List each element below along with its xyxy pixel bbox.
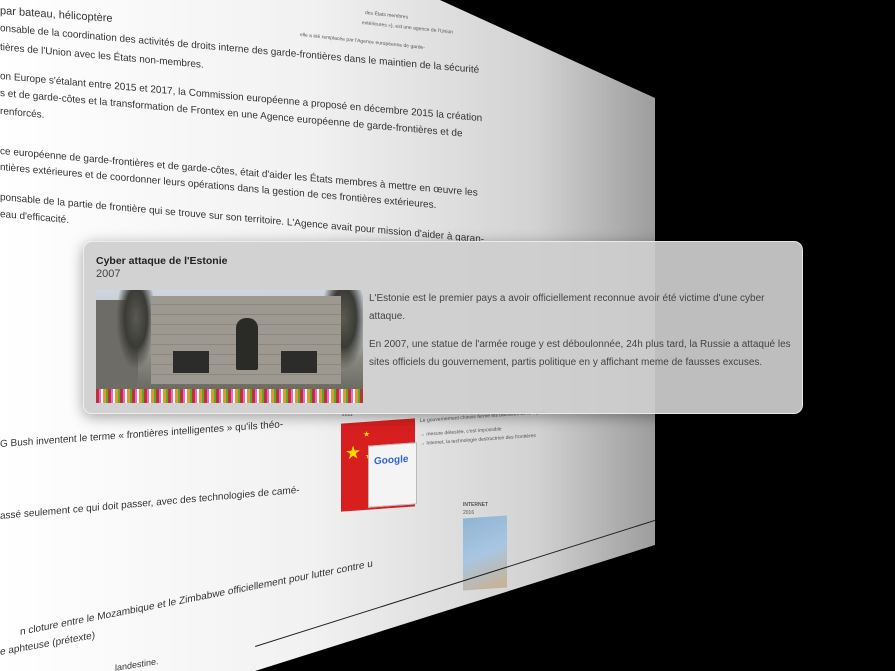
tree — [116, 290, 156, 370]
page-text-line: G Bush inventent le terme « frontières i… — [0, 419, 284, 450]
timeline-year[interactable]: 2015 — [490, 602, 506, 609]
popup-description: L'Estonie est le premier pays a avoir of… — [369, 290, 797, 382]
plaque — [173, 351, 209, 373]
map-year: 2016 — [463, 510, 475, 516]
flowers — [96, 389, 363, 403]
timeline-year[interactable]: 2018 — [576, 572, 592, 579]
timeline-year[interactable]: 2017 — [550, 581, 566, 588]
timeline-year[interactable]: 2016 — [521, 591, 537, 598]
page-text-line: assé seulement ce qui doit passer, avec … — [0, 484, 300, 522]
page-text-line: landestine. — [115, 656, 159, 671]
timeline-year[interactable]: 2019 — [600, 564, 616, 571]
timeline-year[interactable]: 2011 — [333, 656, 348, 663]
timeline-year[interactable]: 2012 — [377, 641, 393, 648]
popup-paragraph-2: En 2007, une statue de l'armée rouge y e… — [369, 339, 791, 368]
page-text-line: des États membres — [365, 10, 409, 21]
page-text-line: n cloture entre le Mozambique et le Zimb… — [20, 558, 373, 638]
page-text-line: extérieures »), est une agence de l'Unio… — [362, 20, 454, 36]
estonia-statue-photo — [96, 290, 363, 403]
soldier-statue — [236, 318, 258, 370]
timeline-year[interactable]: 2013 — [419, 627, 435, 634]
plaque — [281, 351, 317, 373]
timeline-year[interactable]: 2021 — [642, 549, 655, 556]
timeline-year[interactable]: 2020 — [622, 556, 638, 563]
map-title: INTERNET — [463, 502, 488, 508]
google-screenshot: Google — [368, 442, 417, 508]
popup-paragraph-1: L'Estonie est le premier pays a avoir of… — [369, 293, 765, 322]
page-text-line: renforcés. — [0, 106, 45, 121]
china-flag-image: ★ ★ ★ Google — [341, 418, 417, 512]
timeline-year[interactable]: 2014 — [457, 614, 473, 621]
event-popup-card[interactable]: Cyber attaque de l'Estonie 2007 L'Estoni… — [83, 241, 803, 414]
popup-title: Cyber attaque de l'Estonie — [96, 255, 228, 267]
timeline-axis — [255, 519, 655, 647]
popup-year: 2007 — [96, 268, 121, 280]
